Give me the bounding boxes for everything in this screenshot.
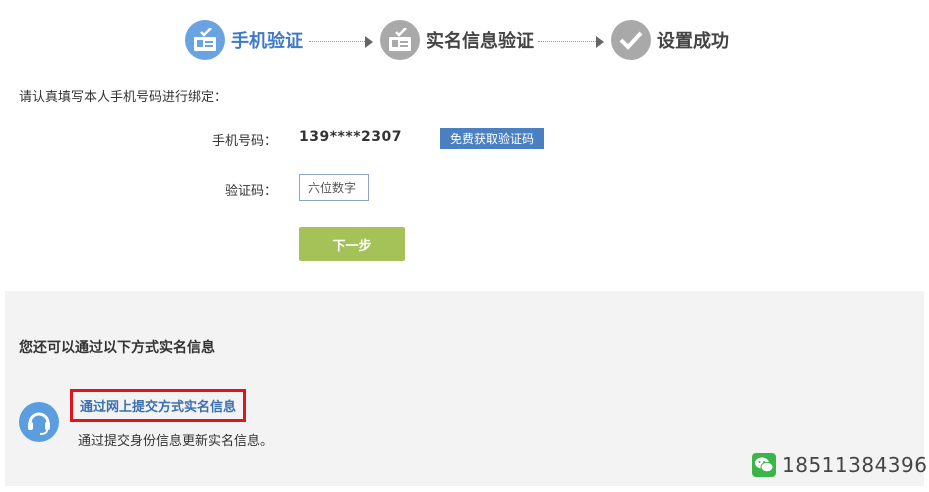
progress-steps: 手机验证 实名信息验证 设置成功 <box>0 20 929 64</box>
arrow-right-icon <box>365 36 373 48</box>
phone-label: 手机号码： <box>211 134 277 149</box>
id-card-check-icon <box>380 20 420 60</box>
wechat-icon <box>752 453 776 477</box>
step-label: 设置成功 <box>657 31 729 52</box>
form-intro: 请认真填写本人手机号码进行绑定： <box>19 90 228 105</box>
alternative-title: 您还可以通过以下方式实名信息 <box>19 340 215 356</box>
next-step-button[interactable]: 下一步 <box>299 227 405 261</box>
id-card-check-icon <box>185 20 225 60</box>
step-label: 实名信息验证 <box>426 31 534 52</box>
get-sms-code-button[interactable]: 免费获取验证码 <box>440 128 544 149</box>
alternative-description: 通过提交身份信息更新实名信息。 <box>78 434 274 449</box>
watermark-text: 18511384396 <box>782 453 928 477</box>
checkmark-icon <box>611 20 651 60</box>
step-phone-verify: 手机验证 <box>185 20 303 60</box>
phone-number: 139****2307 <box>299 129 402 145</box>
arrow-right-icon <box>596 36 604 48</box>
step-label: 手机验证 <box>231 31 303 52</box>
step-arrow <box>309 41 365 44</box>
watermark: 18511384396 <box>752 453 927 477</box>
step-realname-verify: 实名信息验证 <box>380 20 534 60</box>
step-arrow <box>538 41 596 44</box>
headset-icon <box>19 402 59 442</box>
online-submit-link[interactable]: 通过网上提交方式实名信息 <box>70 389 247 422</box>
verification-code-input[interactable] <box>299 174 369 201</box>
code-label: 验证码： <box>224 184 277 199</box>
step-success: 设置成功 <box>611 20 729 60</box>
